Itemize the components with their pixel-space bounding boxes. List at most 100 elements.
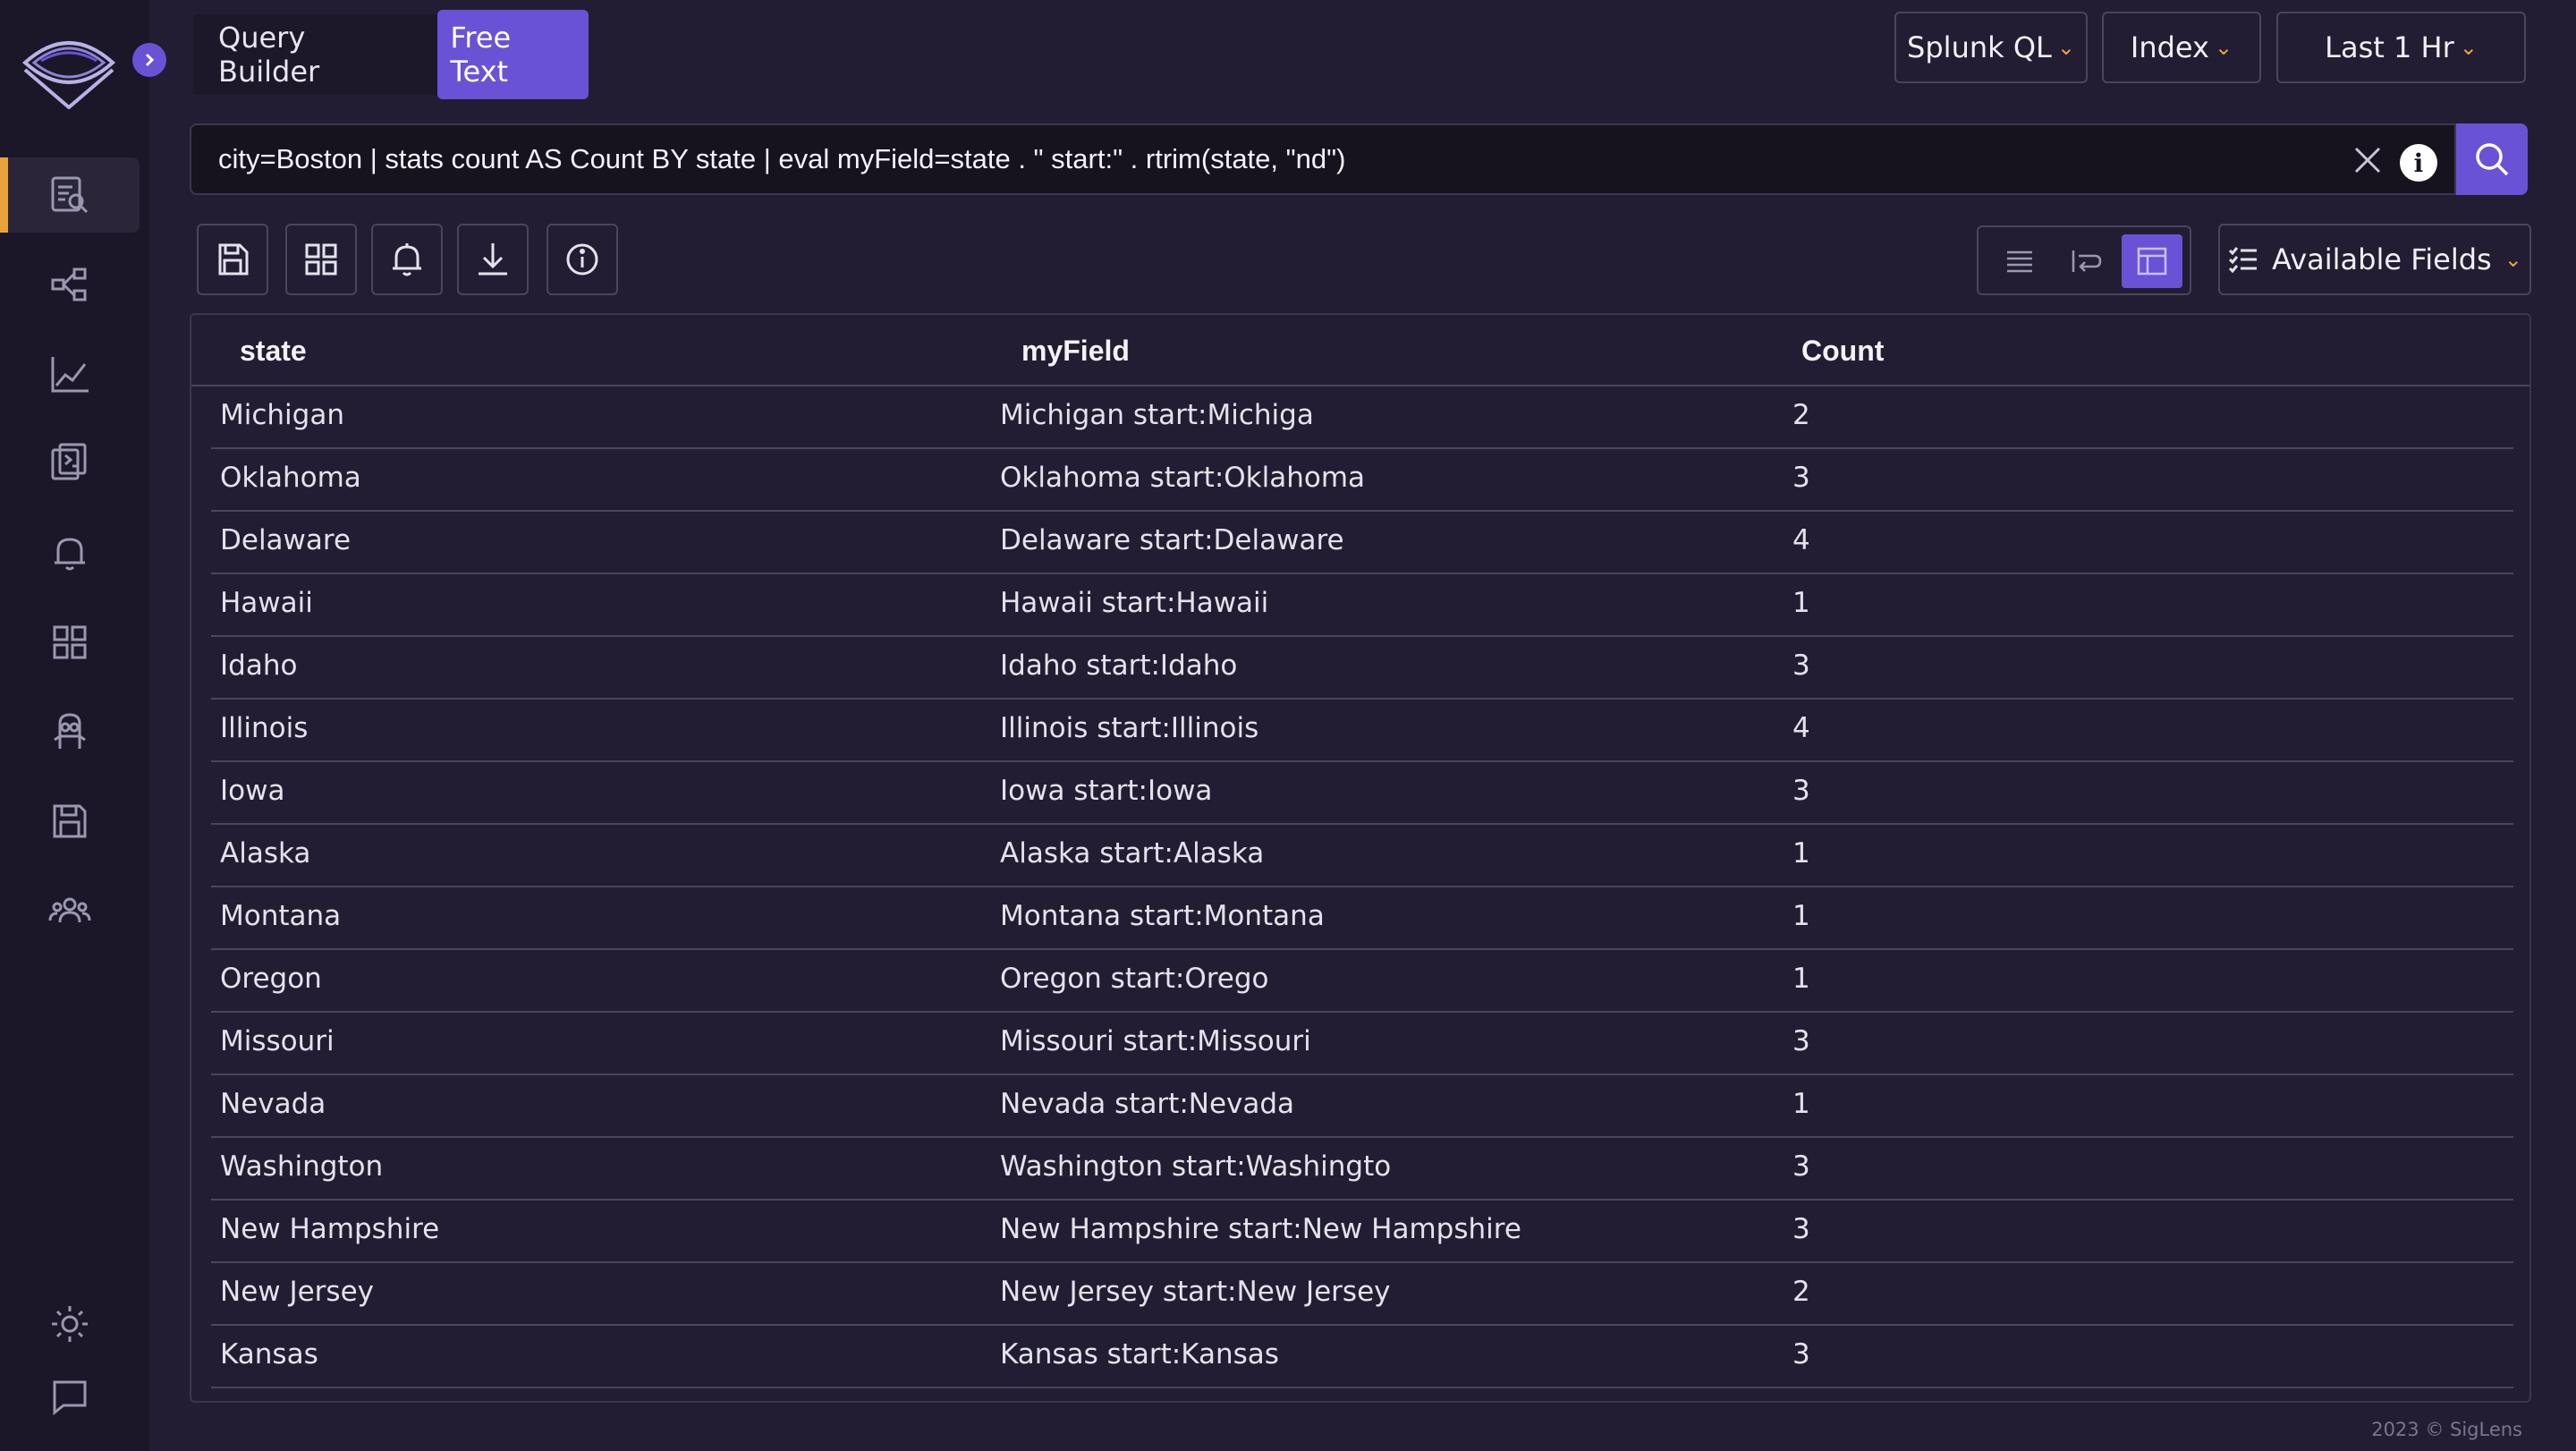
- download-icon: [479, 243, 507, 276]
- cell-myfield: Michigan start:Michiga: [1000, 399, 1314, 431]
- table-row[interactable]: Alaska Alaska start:Alaska 1: [211, 825, 2513, 887]
- sidebar-expand-button[interactable]: [132, 43, 166, 77]
- cell-state: Kansas: [220, 1338, 318, 1370]
- cell-count: 3: [1792, 1150, 1810, 1183]
- cell-state: Alaska: [220, 837, 311, 870]
- table-row[interactable]: New Jersey New Jersey start:New Jersey 2: [211, 1263, 2513, 1326]
- cell-state: Washington: [220, 1150, 384, 1183]
- dashboards-grid-icon: [53, 625, 87, 659]
- wrap-lines-icon: [2072, 250, 2102, 272]
- clear-query-icon[interactable]: [2352, 145, 2383, 175]
- query-info-icon[interactable]: i: [2400, 144, 2437, 182]
- table-body: Michigan Michigan start:Michiga 2 Oklahoma O…: [211, 386, 2513, 1388]
- query-input[interactable]: [218, 125, 2302, 193]
- table-row[interactable]: Oklahoma Oklahoma start:Oklahoma 3: [211, 449, 2513, 512]
- table-row[interactable]: Nevada Nevada start:Nevada 1: [211, 1075, 2513, 1138]
- cell-count: 1: [1792, 587, 1810, 619]
- cell-count: 1: [1792, 963, 1810, 995]
- minion-searches-icon: [54, 713, 86, 749]
- sidebar-item-logs-search[interactable]: [0, 157, 140, 233]
- single-line-view-icon: [2007, 250, 2032, 273]
- table-row[interactable]: Idaho Idaho start:Idaho 3: [211, 637, 2513, 700]
- cell-myfield: Kansas start:Kansas: [1000, 1338, 1279, 1370]
- index-dropdown[interactable]: Index ⌄: [2102, 12, 2261, 83]
- cell-count: 3: [1792, 775, 1810, 807]
- cell-state: Iowa: [220, 775, 285, 807]
- cell-state: Montana: [220, 900, 342, 932]
- cell-myfield: Missouri start:Missouri: [1000, 1025, 1311, 1057]
- theme-sun-icon: [52, 1306, 88, 1342]
- view-mode-toggle: [1977, 225, 2191, 295]
- live-tail-icon: [51, 443, 87, 480]
- column-header-count[interactable]: Count: [1801, 335, 1884, 368]
- create-alert-button[interactable]: [371, 224, 443, 295]
- free-text-tab[interactable]: Free Text: [437, 10, 589, 99]
- theme-toggle-button[interactable]: [0, 1286, 140, 1362]
- table-row[interactable]: Delaware Delaware start:Delaware 4: [211, 512, 2513, 574]
- sidebar-item-live-tail[interactable]: [0, 426, 140, 501]
- info-button[interactable]: [547, 224, 618, 295]
- cell-myfield: New Jersey start:New Jersey: [1000, 1276, 1391, 1308]
- chevron-right-icon: [145, 53, 155, 67]
- table-row[interactable]: Iowa Iowa start:Iowa 3: [211, 762, 2513, 825]
- table-row[interactable]: Missouri Missouri start:Missouri 3: [211, 1013, 2513, 1075]
- cell-state: New Hampshire: [220, 1213, 440, 1245]
- cell-count: 1: [1792, 900, 1810, 932]
- cell-state: New Jersey: [220, 1276, 374, 1308]
- cell-count: 2: [1792, 1276, 1810, 1308]
- cell-count: 3: [1792, 649, 1810, 682]
- table-row[interactable]: Kansas Kansas start:Kansas 3: [211, 1326, 2513, 1388]
- service-graph-icon: [51, 267, 87, 301]
- cell-state: Oklahoma: [220, 462, 361, 494]
- query-editor: [190, 123, 2456, 195]
- query-builder-tab[interactable]: Query Builder: [206, 10, 425, 99]
- table-row[interactable]: Illinois Illinois start:Illinois 4: [211, 700, 2513, 762]
- cell-myfield: Washington start:Washingto: [1000, 1150, 1392, 1183]
- sidebar-item-service-health[interactable]: [0, 247, 140, 322]
- sidebar-item-alerts[interactable]: [0, 515, 140, 590]
- index-label: Index: [2130, 30, 2209, 64]
- add-to-dashboard-button[interactable]: [285, 224, 357, 295]
- sidebar-item-metrics[interactable]: [0, 336, 140, 412]
- cell-count: 2: [1792, 399, 1810, 431]
- table-row[interactable]: Washington Washington start:Washingto 3: [211, 1138, 2513, 1201]
- copyright-footer: 2023 © SigLens: [2371, 1419, 2522, 1440]
- field-list-icon: [2229, 247, 2258, 274]
- column-header-state[interactable]: state: [240, 335, 307, 368]
- chevron-down-icon: ⌄: [2459, 35, 2478, 60]
- query-language-dropdown[interactable]: Splunk QL ⌄: [1894, 12, 2088, 83]
- users-icon: [48, 897, 91, 923]
- cell-count: 3: [1792, 1338, 1810, 1370]
- column-header-myfield[interactable]: myField: [1021, 335, 1130, 368]
- siglens-logo-icon[interactable]: [21, 25, 116, 109]
- sidebar-item-dashboards[interactable]: [0, 605, 140, 680]
- table-row[interactable]: Michigan Michigan start:Michiga 2: [211, 386, 2513, 449]
- table-row[interactable]: Hawaii Hawaii start:Hawaii 1: [211, 574, 2513, 637]
- single-line-view-button[interactable]: [1989, 234, 2050, 288]
- cell-state: Hawaii: [220, 587, 313, 619]
- feedback-button[interactable]: [0, 1360, 140, 1435]
- multi-line-view-button[interactable]: [2055, 234, 2116, 288]
- time-range-dropdown[interactable]: Last 1 Hr ⌄: [2276, 12, 2526, 83]
- table-view-icon: [2137, 247, 2167, 276]
- cell-count: 1: [1792, 837, 1810, 870]
- chevron-down-icon: ⌄: [2214, 35, 2233, 60]
- available-fields-dropdown[interactable]: Available Fields ⌄: [2218, 224, 2531, 295]
- sidebar-item-minion-searches[interactable]: [0, 694, 140, 769]
- cell-myfield: Oklahoma start:Oklahoma: [1000, 462, 1366, 494]
- sidebar-item-saved-queries[interactable]: [0, 784, 140, 859]
- cell-state: Michigan: [220, 399, 344, 431]
- cell-count: 3: [1792, 1025, 1810, 1057]
- download-button[interactable]: [457, 224, 529, 295]
- table-row[interactable]: Montana Montana start:Montana 1: [211, 887, 2513, 950]
- save-query-button[interactable]: [197, 224, 268, 295]
- time-range-label: Last 1 Hr: [2325, 30, 2454, 64]
- search-button[interactable]: [2456, 123, 2528, 195]
- cell-myfield: Illinois start:Illinois: [1000, 712, 1259, 744]
- table-view-button[interactable]: [2122, 234, 2182, 288]
- available-fields-label: Available Fields: [2272, 242, 2492, 276]
- table-row[interactable]: New Hampshire New Hampshire start:New Ham…: [211, 1201, 2513, 1263]
- table-row[interactable]: Oregon Oregon start:Orego 1: [211, 950, 2513, 1013]
- cell-myfield: New Hampshire start:New Hampshire: [1000, 1213, 1521, 1245]
- sidebar-item-users[interactable]: [0, 873, 140, 948]
